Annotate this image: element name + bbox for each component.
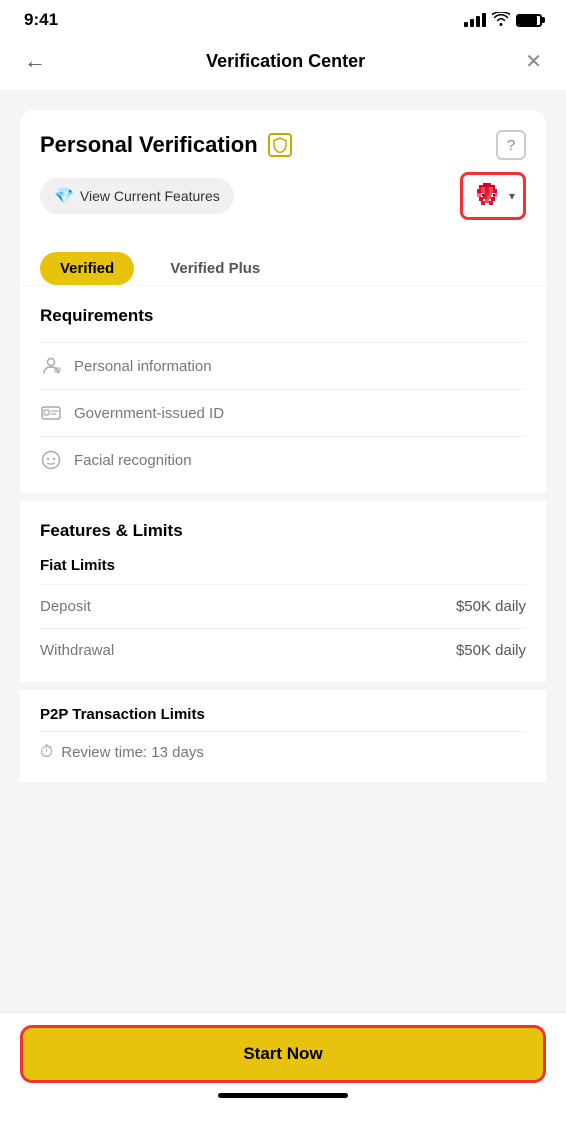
req-govt-id-label: Government-issued ID: [74, 405, 224, 422]
signal-icon: [464, 13, 486, 27]
dropdown-arrow-icon: ▾: [509, 189, 515, 203]
tabs-section: Verified Verified Plus: [20, 236, 546, 285]
help-icon: ?: [507, 137, 515, 154]
bottom-bar: Start Now: [0, 1012, 566, 1126]
start-now-button[interactable]: Start Now: [20, 1025, 546, 1083]
requirement-personal-info: Personal information: [40, 342, 526, 389]
review-time-row: ⏱ Review time: 13 days: [40, 731, 526, 772]
diamond-icon: 💎: [54, 186, 74, 206]
features-row: 💎 View Current Features: [40, 172, 526, 220]
avatar-dropdown[interactable]: ▾: [460, 172, 526, 220]
verification-title-left: Personal Verification: [40, 132, 292, 158]
start-now-label: Start Now: [243, 1044, 322, 1063]
review-label: Review time: 13 days: [61, 744, 204, 761]
view-features-label: View Current Features: [80, 188, 220, 204]
requirements-title: Requirements: [40, 306, 526, 326]
view-features-button[interactable]: 💎 View Current Features: [40, 178, 234, 214]
tabs: Verified Verified Plus: [40, 252, 526, 285]
requirement-govt-id: Government-issued ID: [40, 389, 526, 436]
avatar-image: [471, 179, 505, 213]
deposit-limit-row: Deposit $50K daily: [40, 584, 526, 628]
tab-verified-plus[interactable]: Verified Plus: [150, 252, 280, 285]
requirements-section: Requirements Personal information: [20, 286, 546, 493]
status-icons: [464, 12, 542, 29]
status-bar: 9:41: [0, 0, 566, 36]
p2p-title: P2P Transaction Limits: [40, 706, 526, 723]
close-button[interactable]: ✕: [521, 45, 546, 78]
p2p-section: P2P Transaction Limits ⏱ Review time: 13…: [20, 690, 546, 782]
req-facial-label: Facial recognition: [74, 452, 192, 469]
requirement-facial-recognition: Facial recognition: [40, 436, 526, 483]
person-icon: [40, 355, 62, 377]
main-content: Personal Verification ? 💎 View Current F…: [0, 90, 566, 1096]
wifi-icon: [492, 12, 510, 29]
shield-icon: [268, 133, 292, 157]
help-button[interactable]: ?: [496, 130, 526, 160]
deposit-label: Deposit: [40, 598, 91, 615]
features-limits-title: Features & Limits: [40, 521, 526, 541]
status-time: 9:41: [24, 10, 58, 30]
face-icon: [40, 449, 62, 471]
deposit-value: $50K daily: [456, 598, 526, 615]
withdrawal-limit-row: Withdrawal $50K daily: [40, 628, 526, 672]
battery-icon: [516, 14, 542, 27]
req-personal-info-label: Personal information: [74, 358, 212, 375]
home-indicator: [218, 1093, 348, 1098]
avatar: [471, 179, 505, 213]
tab-verified[interactable]: Verified: [40, 252, 134, 285]
header-title: Verification Center: [206, 51, 365, 72]
withdrawal-label: Withdrawal: [40, 642, 114, 659]
fiat-limits-subtitle: Fiat Limits: [40, 557, 526, 574]
verification-title-row: Personal Verification ?: [40, 130, 526, 160]
page-header: ← Verification Center ✕: [0, 36, 566, 90]
page-title: Personal Verification: [40, 132, 258, 158]
verification-header-card: Personal Verification ? 💎 View Current F…: [20, 110, 546, 236]
bottom-spacer: [20, 782, 546, 882]
withdrawal-value: $50K daily: [456, 642, 526, 659]
features-limits-section: Features & Limits Fiat Limits Deposit $5…: [20, 501, 546, 682]
back-button[interactable]: ←: [20, 44, 50, 78]
clock-icon: ⏱: [40, 742, 53, 762]
id-card-icon: [40, 402, 62, 424]
